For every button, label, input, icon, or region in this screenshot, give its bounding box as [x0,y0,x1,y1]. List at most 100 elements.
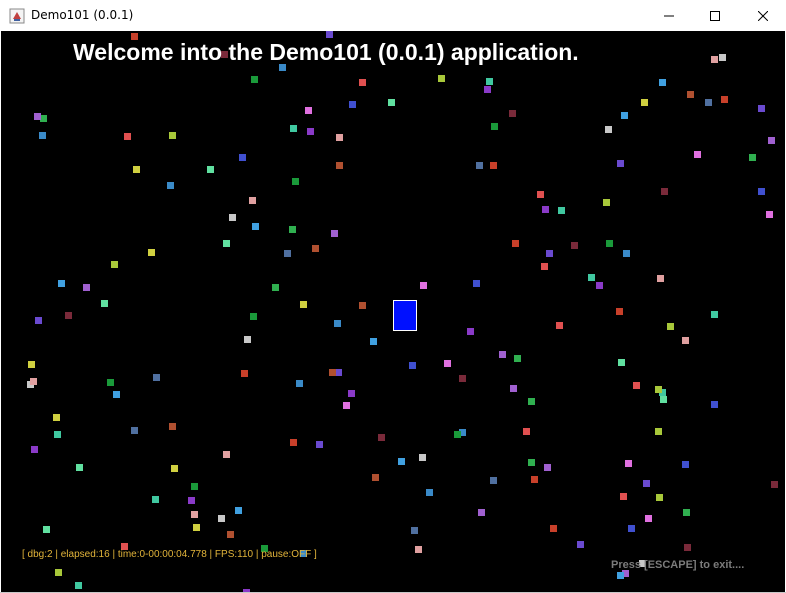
particle [682,337,689,344]
particle [571,242,578,249]
particle [454,431,461,438]
particle [249,197,256,204]
particle [476,162,483,169]
particle [659,79,666,86]
particle [510,385,517,392]
particle [359,302,366,309]
particle [218,515,225,522]
particle [486,78,493,85]
welcome-message: Welcome into the Demo101 (0.0.1) applica… [73,39,579,65]
particle [300,301,307,308]
particle [349,101,356,108]
particle [660,396,667,403]
particle [657,275,664,282]
particle [169,423,176,430]
debug-info: [ dbg:2 | elapsed:16 | time:0-00:00:04.7… [22,549,317,560]
particle [244,336,251,343]
particle [83,284,90,291]
particle [606,240,613,247]
particle [719,54,726,61]
particle [75,582,82,589]
particle [633,382,640,389]
particle [191,483,198,490]
app-window: Demo101 (0.0.1) Welcome into the Demo101… [0,0,786,593]
particle [684,544,691,551]
particle [771,481,778,488]
particle [34,113,41,120]
particle [661,188,668,195]
particle [694,151,701,158]
particle [223,451,230,458]
particle [223,240,230,247]
particle [241,370,248,377]
particle [628,525,635,532]
particle [541,263,548,270]
particle [758,188,765,195]
particle [620,493,627,500]
particle [537,191,544,198]
particle [617,572,624,579]
particle [490,162,497,169]
particle [683,509,690,516]
player-sprite [393,300,417,331]
particle [711,311,718,318]
particle [523,428,530,435]
particle [292,178,299,185]
particle [372,474,379,481]
particle [359,79,366,86]
particle [514,355,521,362]
particle [148,249,155,256]
particle [35,317,42,324]
particle [758,105,765,112]
particle [250,313,257,320]
exit-hint: Press [ESCAPE] to exit.... [611,559,745,571]
particle [152,496,159,503]
particle [512,240,519,247]
particle [171,465,178,472]
particle [509,110,516,117]
game-canvas[interactable]: Welcome into the Demo101 (0.0.1) applica… [1,31,785,592]
particle [167,182,174,189]
particle [193,524,200,531]
particle [229,214,236,221]
particle [191,511,198,518]
minimize-button[interactable] [646,0,692,31]
particle [749,154,756,161]
particle [419,454,426,461]
particle [348,390,355,397]
window-title: Demo101 (0.0.1) [31,8,134,22]
particle [39,132,46,139]
particle [31,446,38,453]
particle [329,369,336,376]
particle [124,133,131,140]
title-bar[interactable]: Demo101 (0.0.1) [0,0,786,31]
particle [588,274,595,281]
particle [491,123,498,130]
particle [656,494,663,501]
maximize-button[interactable] [692,0,738,31]
particle [667,323,674,330]
particle [625,460,632,467]
particle [316,441,323,448]
particle [528,459,535,466]
particle [169,132,176,139]
particle [711,401,718,408]
particle [705,99,712,106]
particle [307,128,314,135]
particle [65,312,72,319]
particle [30,378,37,385]
particle [40,115,47,122]
particle [334,320,341,327]
particle [645,515,652,522]
close-button[interactable] [740,0,786,31]
particle [617,160,624,167]
particle [284,250,291,257]
particle [326,31,333,38]
particle [43,526,50,533]
particle [490,477,497,484]
particle [438,75,445,82]
particle [577,541,584,548]
particle [54,431,61,438]
particle [426,489,433,496]
java-cup-icon [9,8,25,24]
